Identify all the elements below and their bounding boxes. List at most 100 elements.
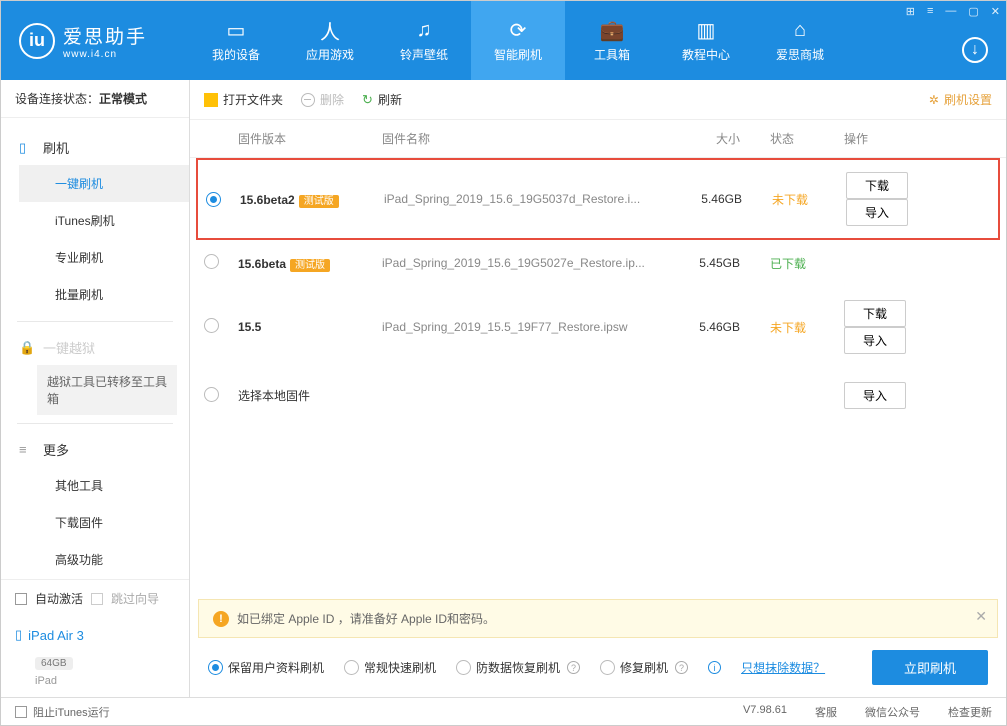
divider (17, 423, 173, 424)
main: 打开文件夹 删除 ↻刷新 ✲刷机设置 固件版本 固件名称 大小 状态 操作 15… (190, 80, 1006, 697)
win-min-icon[interactable]: — (945, 5, 956, 18)
device-type: iPad (1, 675, 189, 697)
nav-ringtones[interactable]: ♫铃声壁纸 (377, 1, 471, 80)
auto-activate-checkbox[interactable] (15, 593, 27, 605)
sidebar-oneclick-flash[interactable]: 一键刷机 (19, 165, 189, 202)
menu-icon: ≡ (19, 442, 35, 458)
toolbox-icon: 💼 (600, 18, 624, 42)
app-url: www.i4.cn (63, 49, 147, 60)
auto-activate-row: 自动激活 跳过向导 (1, 580, 189, 617)
open-folder-button[interactable]: 打开文件夹 (204, 91, 283, 108)
footer-update[interactable]: 检查更新 (948, 704, 992, 720)
toolbar: 打开文件夹 删除 ↻刷新 ✲刷机设置 (190, 80, 1006, 120)
table-row[interactable]: 15.5iPad_Spring_2019_15.5_19F77_Restore.… (190, 286, 1006, 368)
book-icon: ▥ (694, 18, 718, 42)
win-grid-icon[interactable]: ⊞ (906, 5, 915, 18)
sidebar-itunes-flash[interactable]: iTunes刷机 (19, 202, 189, 239)
warning-icon: ! (213, 611, 229, 627)
win-close-icon[interactable]: ✕ (991, 5, 1000, 18)
erase-link[interactable]: 只想抹除数据？ (741, 659, 825, 676)
radio-icon[interactable] (204, 318, 219, 333)
download-button[interactable]: 下载 (846, 172, 908, 199)
store-icon: ⌂ (788, 18, 812, 42)
skip-wizard-checkbox[interactable] (91, 593, 103, 605)
help-icon[interactable]: ? (567, 661, 580, 674)
flash-section-header[interactable]: ▯ 刷机 (1, 130, 189, 165)
flash-settings-button[interactable]: ✲刷机设置 (929, 91, 992, 108)
nav-tabs: ▭我的设备 人应用游戏 ♫铃声壁纸 ⟳智能刷机 💼工具箱 ▥教程中心 ⌂爱思商城 (189, 1, 847, 80)
sidebar-pro-flash[interactable]: 专业刷机 (19, 239, 189, 276)
radio-icon[interactable] (204, 254, 219, 269)
delete-icon (301, 93, 315, 107)
nav-flash[interactable]: ⟳智能刷机 (471, 1, 565, 80)
window-controls: ⊞ ≡ — ▢ ✕ (906, 5, 1000, 18)
downloads-icon[interactable]: ↓ (962, 37, 988, 63)
nav-tutorials[interactable]: ▥教程中心 (659, 1, 753, 80)
radio-icon (208, 660, 223, 675)
radio-icon[interactable] (204, 387, 219, 402)
flash-now-button[interactable]: 立即刷机 (872, 650, 988, 685)
body: 设备连接状态：正常模式 ▯ 刷机 一键刷机 iTunes刷机 专业刷机 批量刷机… (1, 80, 1006, 697)
download-button[interactable]: 下载 (844, 300, 906, 327)
nav-tools[interactable]: 💼工具箱 (565, 1, 659, 80)
opt-fast[interactable]: 常规快速刷机 (344, 659, 436, 676)
sidebar: 设备连接状态：正常模式 ▯ 刷机 一键刷机 iTunes刷机 专业刷机 批量刷机… (1, 80, 190, 697)
import-button[interactable]: 导入 (844, 327, 906, 354)
table-row[interactable]: 15.6beta2测试版iPad_Spring_2019_15.6_19G503… (196, 158, 1000, 240)
block-itunes-checkbox[interactable] (15, 706, 27, 718)
help-icon[interactable]: ? (675, 661, 688, 674)
local-firmware-row[interactable]: 选择本地固件导入 (190, 368, 1006, 423)
import-button[interactable]: 导入 (846, 199, 908, 226)
table-header: 固件版本 固件名称 大小 状态 操作 (190, 120, 1006, 158)
sidebar-other-tools[interactable]: 其他工具 (19, 467, 189, 504)
version-label: V7.98.61 (743, 704, 787, 720)
header: iu 爱思助手 www.i4.cn ▭我的设备 人应用游戏 ♫铃声壁纸 ⟳智能刷… (1, 1, 1006, 80)
sidebar-advanced[interactable]: 高级功能 (19, 541, 189, 578)
device-status: 设备连接状态：正常模式 (1, 80, 189, 118)
opt-anti[interactable]: 防数据恢复刷机? (456, 659, 580, 676)
sidebar-download-fw[interactable]: 下载固件 (19, 504, 189, 541)
music-icon: ♫ (412, 18, 436, 42)
radio-icon[interactable] (206, 192, 221, 207)
device-icon: ▭ (224, 18, 248, 42)
divider (17, 321, 173, 322)
sidebar-batch-flash[interactable]: 批量刷机 (19, 276, 189, 313)
opt-retain[interactable]: 保留用户资料刷机 (208, 659, 324, 676)
device-info[interactable]: ▯ iPad Air 3 (1, 617, 189, 653)
close-icon[interactable]: ✕ (975, 608, 987, 625)
beta-badge: 测试版 (290, 259, 330, 272)
beta-badge: 测试版 (299, 195, 339, 208)
win-menu-icon[interactable]: ≡ (927, 5, 933, 18)
flash-options: 保留用户资料刷机 常规快速刷机 防数据恢复刷机? 修复刷机? i 只想抹除数据？… (190, 638, 1006, 697)
logo-area: iu 爱思助手 www.i4.cn (1, 1, 189, 80)
tablet-icon: ▯ (15, 627, 22, 643)
radio-icon (600, 660, 615, 675)
refresh-icon: ↻ (362, 92, 373, 108)
firmware-table: 15.6beta2测试版iPad_Spring_2019_15.6_19G503… (190, 158, 1006, 599)
flash-icon: ⟳ (506, 18, 530, 42)
phone-icon: ▯ (19, 140, 35, 156)
folder-icon (204, 93, 218, 107)
footer-wechat[interactable]: 微信公众号 (865, 704, 920, 720)
apps-icon: 人 (318, 18, 342, 42)
warning-bar: ! 如已绑定 Apple ID ，请准备好 Apple ID和密码。 ✕ (198, 599, 998, 638)
delete-button[interactable]: 删除 (301, 91, 344, 108)
nav-mydevice[interactable]: ▭我的设备 (189, 1, 283, 80)
refresh-button[interactable]: ↻刷新 (362, 91, 402, 108)
logo-icon: iu (19, 23, 55, 59)
nav-store[interactable]: ⌂爱思商城 (753, 1, 847, 80)
storage-badge: 64GB (35, 657, 73, 670)
lock-icon: 🔒 (19, 340, 35, 356)
radio-icon (456, 660, 471, 675)
win-max-icon[interactable]: ▢ (968, 5, 978, 18)
more-section-header[interactable]: ≡ 更多 (1, 432, 189, 467)
info-icon: i (708, 661, 721, 674)
nav-apps[interactable]: 人应用游戏 (283, 1, 377, 80)
app-name: 爱思助手 (63, 27, 147, 48)
jailbreak-note: 越狱工具已转移至工具箱 (37, 365, 177, 415)
footer-support[interactable]: 客服 (815, 704, 837, 720)
radio-icon (344, 660, 359, 675)
import-button[interactable]: 导入 (844, 382, 906, 409)
opt-repair[interactable]: 修复刷机? (600, 659, 688, 676)
table-row[interactable]: 15.6beta测试版iPad_Spring_2019_15.6_19G5027… (190, 240, 1006, 286)
